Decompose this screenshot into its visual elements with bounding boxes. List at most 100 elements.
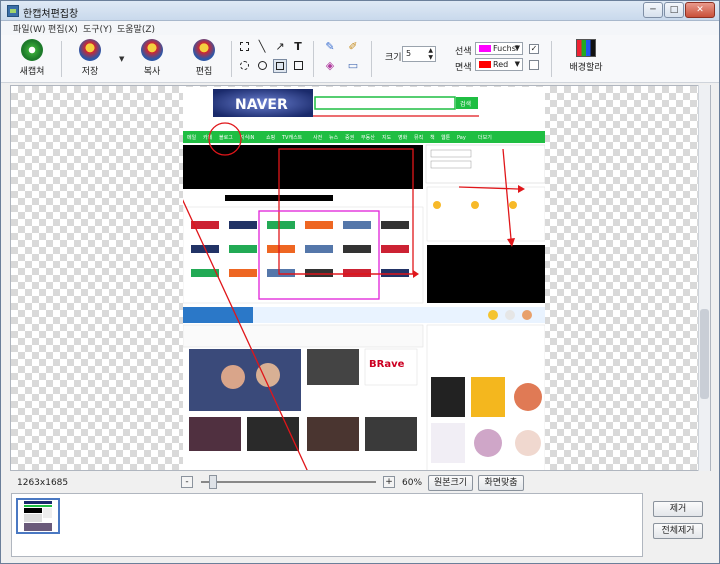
original-size-button[interactable]: 원본크기 <box>428 475 473 491</box>
naver-nav-item: 뮤직 <box>414 134 423 141</box>
camera-icon <box>21 39 43 61</box>
news-publisher-logo <box>343 245 371 253</box>
naver-nav-item: TV캐스트 <box>281 134 303 141</box>
fill-color-swatch <box>479 61 491 68</box>
naver-search-button: 검색 <box>460 100 471 108</box>
naver-nav-item: Pay <box>457 135 466 141</box>
new-capture-label: 새캡쳐 <box>19 67 45 77</box>
fill-color-label: 면색 <box>455 63 472 73</box>
capture-thumbnail[interactable] <box>16 498 60 534</box>
naver-nav-item: 사전 <box>313 134 323 141</box>
naver-nav-item: 지도 <box>382 134 392 141</box>
thumbnail-image <box>24 501 52 531</box>
naver-nav-item: 영화 <box>398 134 408 141</box>
eraser-tool-icon[interactable]: ▭ <box>346 59 360 73</box>
scrollbar-thumb[interactable] <box>700 309 709 399</box>
ellipse-tool-icon[interactable] <box>255 59 269 73</box>
edit-icon <box>193 39 215 61</box>
svg-text:BRave: BRave <box>369 359 405 370</box>
zoom-in-button[interactable]: + <box>383 476 395 488</box>
spin-arrows-icon[interactable]: ▲ ▼ <box>428 47 433 61</box>
zoom-out-button[interactable]: - <box>181 476 193 488</box>
minimize-button[interactable]: ─ <box>643 2 663 18</box>
news-publisher-logo <box>267 245 295 253</box>
news-publisher-logo <box>267 221 295 229</box>
news-publisher-logo <box>305 269 333 277</box>
line-color-swatch <box>479 45 491 52</box>
rect-outline-tool-icon[interactable] <box>291 59 305 73</box>
line-color-label: 선색 <box>455 47 472 57</box>
copy-button[interactable]: 복사 <box>127 39 177 79</box>
news-publisher-logo <box>305 245 333 253</box>
toolbar-divider <box>371 41 372 77</box>
size-label: 크기 <box>385 53 402 63</box>
title-bar: 한캡쳐편집창 ─ □ ✕ <box>1 1 719 21</box>
menu-edit[interactable]: 편집(X) <box>48 22 78 35</box>
toolbar-divider <box>61 41 62 77</box>
size-value: 5 <box>406 49 412 58</box>
brush-tool-icon[interactable]: ✐ <box>346 40 360 54</box>
capture-editor-window: 한캡쳐편집창 ─ □ ✕ 파일(W) 편집(X) 도구(Y) 도움말(Z) 새캡… <box>0 0 720 564</box>
news-publisher-logo <box>229 245 257 253</box>
naver-nav-item: 블로그 <box>219 134 233 141</box>
news-publisher-logo <box>381 269 409 277</box>
naver-nav-item: 더보기 <box>478 134 492 141</box>
fit-screen-button[interactable]: 화면맞춤 <box>478 475 524 491</box>
naver-nav-item: 부동산 <box>361 134 375 141</box>
naver-nav-item: 뉴스 <box>329 135 339 141</box>
fill-color-checkbox[interactable] <box>529 60 539 70</box>
captured-page: NAVER 검색 메일 카페 블로그 지식iN 쇼핑 TV캐스트 사전 뉴스 증권 부동산 지도 영화… <box>172 87 546 470</box>
news-publisher-logo <box>343 269 371 277</box>
fill-tool-icon[interactable]: ◈ <box>323 59 337 73</box>
image-dimensions: 1263x1685 <box>17 478 69 488</box>
naver-nav-item: 카페 <box>203 134 213 141</box>
news-publisher-logo <box>267 269 295 277</box>
fill-color-name: Red <box>493 60 509 69</box>
maximize-button[interactable]: □ <box>664 2 684 18</box>
rect-tool-icon[interactable] <box>273 59 287 73</box>
news-publisher-logo <box>305 221 333 229</box>
naver-nav-item: 책 <box>430 134 435 141</box>
new-capture-button[interactable]: 새캡쳐 <box>7 39 57 79</box>
menu-tools[interactable]: 도구(Y) <box>83 22 112 35</box>
line-color-checkbox[interactable]: ✓ <box>529 44 539 54</box>
pen-tool-icon[interactable]: ✎ <box>323 40 337 54</box>
toolbar-divider <box>231 41 232 77</box>
palette-icon <box>576 39 596 57</box>
toolbar-divider <box>313 41 314 77</box>
edit-button[interactable]: 편집 <box>179 39 229 79</box>
menu-file[interactable]: 파일(W) <box>13 22 45 35</box>
ellipse-select-tool-icon[interactable] <box>237 59 251 73</box>
line-color-select[interactable]: Fuchsi ▼ <box>475 42 523 55</box>
copy-icon <box>141 39 163 61</box>
remove-button[interactable]: 제거 <box>653 501 703 517</box>
size-spinner[interactable]: 5 ▲ ▼ <box>402 46 436 62</box>
chevron-down-icon: ▼ <box>514 44 520 52</box>
naver-nav-item: 메일 <box>187 134 197 141</box>
close-button[interactable]: ✕ <box>685 2 715 18</box>
zoom-slider-thumb[interactable] <box>209 475 217 489</box>
edit-label: 편집 <box>195 67 213 77</box>
toolbar: 새캡쳐 저장 ▼ 복사 편집 ╲ ↗ T ✎ ✐ ◈ ▭ <box>1 35 719 83</box>
news-publisher-logo <box>381 221 409 229</box>
save-button[interactable]: 저장 <box>65 39 115 79</box>
vertical-scrollbar[interactable] <box>698 85 710 471</box>
zoom-slider[interactable] <box>201 481 376 483</box>
remove-all-button[interactable]: 전체제거 <box>653 523 703 539</box>
save-dropdown-icon[interactable]: ▼ <box>119 55 124 63</box>
window-title: 한캡쳐편집창 <box>23 9 79 20</box>
menu-bar: 파일(W) 편집(X) 도구(Y) 도움말(Z) <box>1 21 719 35</box>
news-publisher-logo <box>343 221 371 229</box>
background-label: 배경할라 <box>569 63 603 73</box>
menu-help[interactable]: 도움말(Z) <box>117 22 155 35</box>
text-tool-icon[interactable]: T <box>291 40 305 54</box>
line-tool-icon[interactable]: ╲ <box>255 40 269 54</box>
background-button[interactable]: 배경할라 <box>561 39 611 79</box>
app-icon <box>7 5 19 17</box>
naver-nav-item: 지식iN <box>240 134 255 141</box>
edit-canvas[interactable]: NAVER 검색 메일 카페 블로그 지식iN 쇼핑 TV캐스트 사전 뉴스 증권 부동산 지도 영화… <box>10 85 711 471</box>
chevron-down-icon: ▼ <box>514 60 520 68</box>
arrow-tool-icon[interactable]: ↗ <box>273 40 287 54</box>
select-rect-tool-icon[interactable] <box>237 40 251 54</box>
fill-color-select[interactable]: Red ▼ <box>475 58 523 71</box>
